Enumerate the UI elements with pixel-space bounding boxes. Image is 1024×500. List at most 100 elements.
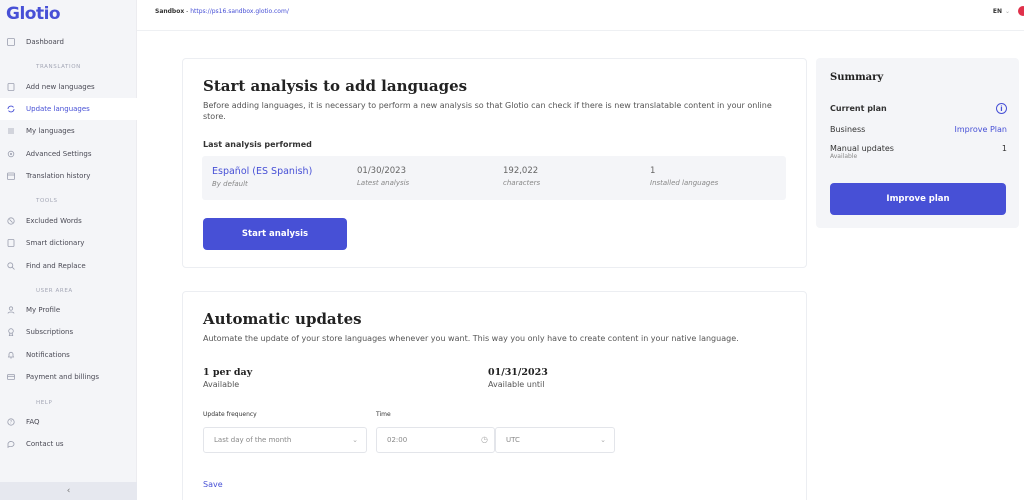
language-code: EN <box>992 8 1002 15</box>
search-icon <box>7 262 15 270</box>
analysis-language-note: By default <box>212 180 248 188</box>
document-icon <box>7 83 15 91</box>
bell-icon <box>7 351 15 359</box>
credit-card-icon <box>7 373 15 381</box>
available-until-date: 01/31/2023 <box>488 367 548 378</box>
analysis-language-link[interactable]: Español (ES Spanish) <box>212 166 312 177</box>
sidebar-item-payment-and-billings[interactable]: Payment and billings <box>0 366 137 388</box>
installed-languages-label: Installed languages <box>650 179 719 187</box>
sidebar-item-add-new-languages[interactable]: Add new languages <box>0 76 137 98</box>
top-bar: Sandbox - https://ps16.sandbox.glotio.co… <box>137 0 1024 31</box>
analysis-card: Start analysis to add languages Before a… <box>182 58 807 268</box>
book-icon <box>7 239 15 247</box>
dashboard-icon <box>7 38 15 46</box>
sidebar-item-label: FAQ <box>26 418 40 426</box>
current-plan-label: Current plan <box>830 104 887 113</box>
collapse-sidebar-button[interactable]: ‹ <box>0 482 137 500</box>
automatic-updates-card: Automatic updates Automate the update of… <box>182 291 807 500</box>
chevron-down-icon: ⌄ <box>600 436 606 444</box>
analysis-characters-label: characters <box>503 179 541 187</box>
store-url-link[interactable]: https://ps16.sandbox.glotio.com/ <box>190 8 289 15</box>
analysis-language-cell: Español (ES Spanish) By default <box>212 166 312 188</box>
section-label-tools: TOOLS <box>36 198 58 204</box>
sidebar-item-translation-history[interactable]: Translation history <box>0 165 137 187</box>
summary-title: Summary <box>830 72 884 83</box>
block-icon <box>7 217 15 225</box>
automatic-updates-description: Automate the update of your store langua… <box>203 334 739 343</box>
available-until-label: Available until <box>488 380 545 389</box>
calendar-icon <box>7 172 15 180</box>
plan-name: Business <box>830 125 866 134</box>
manual-updates-label: Manual updates <box>830 144 894 153</box>
installed-languages-count: 1 <box>650 166 656 176</box>
chevron-down-icon: ⌄ <box>1004 8 1010 15</box>
sidebar-item-label: Translation history <box>26 172 91 180</box>
sidebar-item-contact-us[interactable]: Contact us <box>0 433 137 455</box>
sidebar-item-advanced-settings[interactable]: Advanced Settings <box>0 143 137 165</box>
analysis-summary-row: Español (ES Spanish) By default 01/30/20… <box>202 156 786 200</box>
info-icon[interactable]: i <box>996 103 1007 114</box>
sidebar-item-label: My languages <box>26 127 75 135</box>
environment-label: Sandbox <box>155 8 185 15</box>
sidebar-item-label: Add new languages <box>26 83 95 91</box>
update-frequency-stat: 1 per day <box>203 367 253 378</box>
user-icon <box>7 306 15 314</box>
sidebar-item-label: Find and Replace <box>26 262 86 270</box>
gear-icon <box>7 150 15 158</box>
section-label-help: HELP <box>36 400 53 406</box>
manual-updates-row: Manual updates 1 Available <box>830 144 1007 160</box>
sidebar-item-label: Contact us <box>26 440 64 448</box>
improve-plan-link[interactable]: Improve Plan <box>955 125 1007 134</box>
improve-plan-button[interactable]: Improve plan <box>830 183 1006 215</box>
sidebar-item-label: Notifications <box>26 351 70 359</box>
sidebar-item-label: Advanced Settings <box>26 150 92 158</box>
sidebar-item-label: Excluded Words <box>26 217 82 225</box>
sidebar-item-my-profile[interactable]: My Profile <box>0 299 137 321</box>
glotio-logo[interactable]: Glotio <box>6 4 61 24</box>
time-input[interactable]: 02:00 ◷ <box>376 427 495 453</box>
sidebar-item-smart-dictionary[interactable]: Smart dictionary <box>0 232 137 254</box>
update-frequency-stat-note: Available <box>203 380 240 389</box>
analysis-date-label: Latest analysis <box>357 179 410 187</box>
time-label: Time <box>376 411 391 418</box>
environment-info: Sandbox - https://ps16.sandbox.glotio.co… <box>155 8 289 15</box>
sidebar-item-update-languages[interactable]: Update languages <box>0 98 137 120</box>
clock-icon: ◷ <box>481 435 488 444</box>
avatar[interactable] <box>1018 6 1024 16</box>
analysis-characters: 192,022 <box>503 166 539 176</box>
last-analysis-heading: Last analysis performed <box>203 140 312 149</box>
start-analysis-button[interactable]: Start analysis <box>203 218 347 250</box>
sidebar-item-label: Update languages <box>26 105 90 113</box>
chat-icon <box>7 440 15 448</box>
sidebar-item-label: Subscriptions <box>26 328 74 336</box>
sidebar-item-excluded-words[interactable]: Excluded Words <box>0 210 137 232</box>
sidebar-item-label: Dashboard <box>26 38 64 46</box>
refresh-icon <box>7 105 15 113</box>
sidebar-item-find-and-replace[interactable]: Find and Replace <box>0 255 137 277</box>
timezone-select[interactable]: UTC ⌄ <box>495 427 615 453</box>
section-label-user-area: USER AREA <box>36 288 73 294</box>
section-label-translation: TRANSLATION <box>36 64 81 70</box>
sidebar-item-notifications[interactable]: Notifications <box>0 344 137 366</box>
info-icon-glyph: i <box>996 103 1007 114</box>
manual-updates-note: Available <box>830 153 858 160</box>
time-value: 02:00 <box>387 436 408 444</box>
sidebar-item-dashboard[interactable]: Dashboard <box>0 31 137 53</box>
manual-updates-value: 1 <box>1001 144 1007 153</box>
badge-icon <box>7 328 15 336</box>
sidebar-item-label: Payment and billings <box>26 373 100 381</box>
sidebar: Glotio Dashboard TRANSLATION Add new lan… <box>0 0 137 500</box>
timezone-value: UTC <box>506 436 520 444</box>
analysis-characters-cell: 192,022 characters <box>503 166 540 187</box>
sidebar-item-my-languages[interactable]: My languages <box>0 120 137 142</box>
analysis-description: Before adding languages, it is necessary… <box>203 101 772 121</box>
language-selector[interactable]: EN ⌄ <box>993 8 1010 15</box>
update-frequency-value: Last day of the month <box>214 436 292 444</box>
save-link[interactable]: Save <box>203 480 223 489</box>
sidebar-item-label: My Profile <box>26 306 61 314</box>
automatic-updates-title: Automatic updates <box>203 310 362 328</box>
update-frequency-select[interactable]: Last day of the month ⌄ <box>203 427 367 453</box>
chevron-left-icon: ‹ <box>66 486 71 496</box>
sidebar-item-faq[interactable]: ? FAQ <box>0 411 137 433</box>
sidebar-item-subscriptions[interactable]: Subscriptions <box>0 321 137 343</box>
